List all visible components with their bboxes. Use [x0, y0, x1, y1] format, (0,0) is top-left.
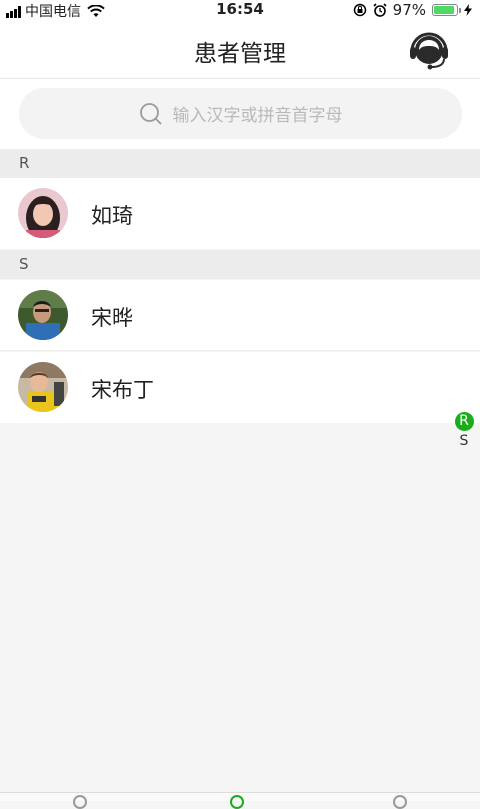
search-placeholder: 输入汉字或拼音首字母: [172, 106, 343, 126]
navigation-bar: 患者管理: [0, 20, 480, 79]
avatar: [18, 188, 68, 238]
battery-percent: 97%: [392, 1, 426, 19]
battery-icon: [432, 4, 461, 16]
row-divider: [0, 350, 480, 351]
battery-fill: [434, 6, 455, 14]
patient-name: 宋布丁: [91, 378, 154, 402]
section-header-r: R: [0, 149, 480, 178]
patient-row[interactable]: 如琦: [0, 178, 480, 249]
home-tab-icon[interactable]: [73, 795, 87, 809]
avatar: [18, 290, 68, 340]
patient-row[interactable]: 宋晔: [0, 280, 480, 351]
avatar: [18, 362, 68, 412]
section-header-s: S: [0, 250, 480, 279]
patient-row[interactable]: 宋布丁: [0, 352, 480, 423]
search-area: 输入汉字或拼音首字母: [0, 79, 480, 149]
alarm-icon: [373, 3, 387, 17]
charging-bolt-icon: [464, 4, 472, 16]
customer-service-headset-icon: [410, 32, 448, 70]
patient-name: 如琦: [91, 204, 133, 228]
status-bar: 中国电信 16:54 97%: [0, 0, 480, 20]
search-icon: [139, 102, 162, 125]
profile-tab-icon[interactable]: [393, 795, 407, 809]
customer-service-button[interactable]: [408, 29, 450, 71]
search-input[interactable]: 输入汉字或拼音首字母: [19, 88, 462, 139]
patient-name: 宋晔: [91, 306, 133, 330]
orientation-lock-icon: [353, 3, 366, 17]
patients-tab-icon[interactable]: [230, 795, 244, 809]
alphabet-index-bar[interactable]: R S: [454, 412, 474, 451]
index-item-r[interactable]: R: [454, 412, 474, 431]
index-item-s[interactable]: S: [454, 431, 474, 451]
